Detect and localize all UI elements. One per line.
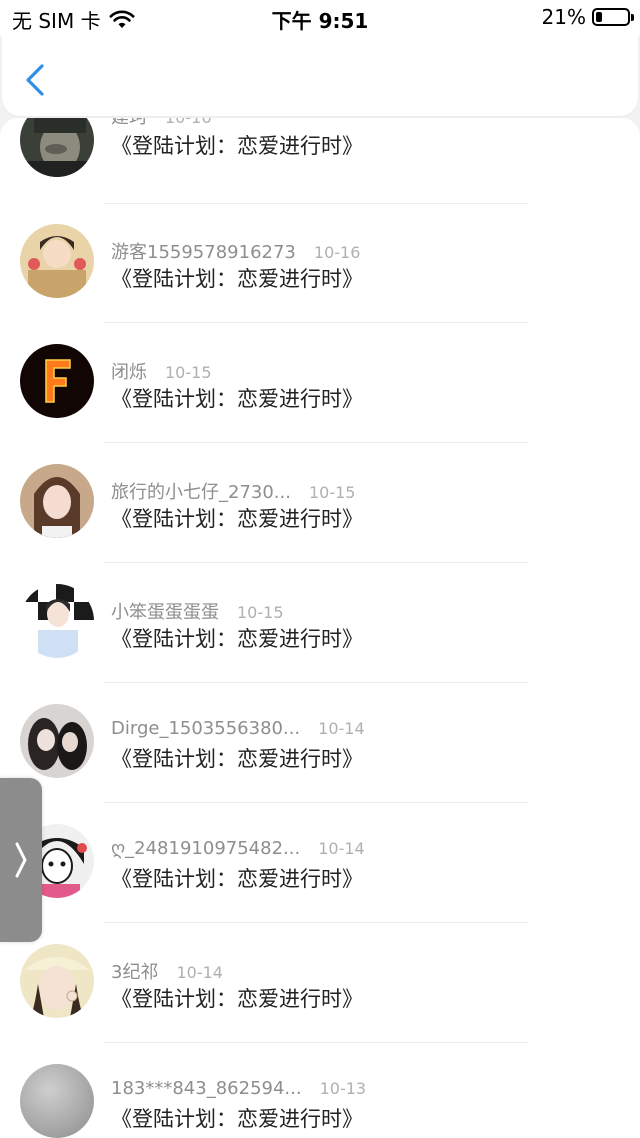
avatar[interactable] [20, 344, 94, 418]
list-item[interactable]: ღ_2481910975482... 10-14 《登陆计划：恋爱进行时》 [0, 824, 640, 944]
item-date: 10-14 [318, 839, 365, 858]
divider [104, 322, 528, 323]
item-meta: ღ_2481910975482... 10-14 [111, 838, 365, 862]
item-date: 10-14 [176, 963, 223, 982]
battery-fill [596, 12, 602, 22]
item-date: 10-14 [318, 719, 365, 738]
divider [104, 922, 528, 923]
list-item[interactable]: 旅行的小七仔_2730... 10-15 《登陆计划：恋爱进行时》 [0, 464, 640, 584]
divider [104, 682, 528, 683]
item-title: 《登陆计划：恋爱进行时》 [111, 627, 363, 651]
list-item[interactable]: 183***843_862594... 10-13 《登陆计划：恋爱进行时》 [0, 1064, 640, 1138]
item-title: 《登陆计划：恋爱进行时》 [111, 1107, 363, 1131]
item-meta: 3纪祁 10-14 [111, 958, 223, 983]
item-meta: 闭烁 10-15 [111, 358, 212, 383]
item-meta: Dirge_1503556380... 10-14 [111, 718, 365, 742]
item-meta: 小笨蛋蛋蛋蛋 10-15 [111, 598, 284, 623]
record-list: 建珂 10-16 《登陆计划：恋爱进行时》 游客1559578916273 10… [0, 118, 640, 1138]
battery-percent: 21% [541, 5, 586, 29]
chevron-right-icon [15, 842, 27, 878]
avatar[interactable] [20, 224, 94, 298]
list-item[interactable]: 建珂 10-16 《登陆计划：恋爱进行时》 [0, 118, 640, 223]
divider [104, 802, 528, 803]
item-date: 10-13 [319, 1079, 367, 1098]
avatar[interactable] [20, 944, 94, 1018]
navigation-bar [2, 36, 638, 116]
divider [104, 1042, 528, 1043]
battery-icon [592, 8, 634, 26]
avatar[interactable] [20, 704, 94, 778]
item-meta: 183***843_862594... 10-13 [111, 1078, 366, 1102]
item-title: 《登陆计划：恋爱进行时》 [111, 267, 363, 291]
item-date: 10-16 [313, 243, 361, 262]
item-meta: 旅行的小七仔_2730... 10-15 [111, 478, 356, 503]
side-expand-handle[interactable] [0, 778, 42, 942]
status-right: 21% [541, 5, 634, 29]
username: ღ_2481910975482... [111, 838, 301, 859]
username: Dirge_1503556380... [111, 718, 301, 739]
username: 183***843_862594... [111, 1078, 302, 1099]
item-date: 10-15 [237, 603, 284, 622]
list-item[interactable]: Dirge_1503556380... 10-14 《登陆计划：恋爱进行时》 [0, 704, 640, 824]
avatar[interactable] [20, 1064, 94, 1138]
item-date: 10-15 [308, 483, 356, 502]
list-item[interactable]: 游客1559578916273 10-16 《登陆计划：恋爱进行时》 [0, 224, 640, 344]
avatar[interactable] [20, 584, 94, 658]
list-item[interactable]: 3纪祁 10-14 《登陆计划：恋爱进行时》 [0, 944, 640, 1064]
item-title: 《登陆计划：恋爱进行时》 [111, 507, 363, 531]
divider [104, 562, 528, 563]
status-bar: 无 SIM 卡 下午 9:51 21% [0, 0, 640, 36]
item-title: 《登陆计划：恋爱进行时》 [111, 387, 363, 411]
item-meta: 游客1559578916273 10-16 [111, 238, 361, 263]
username: 闭烁 [111, 362, 147, 383]
item-title: 《登陆计划：恋爱进行时》 [111, 747, 363, 771]
username: 建珂 [111, 118, 147, 129]
item-date: 10-15 [165, 363, 212, 382]
item-title: 《登陆计划：恋爱进行时》 [111, 134, 363, 158]
avatar[interactable] [20, 464, 94, 538]
item-meta: 建珂 10-16 [111, 118, 212, 129]
divider [104, 203, 528, 204]
avatar[interactable] [20, 118, 94, 177]
item-title: 《登陆计划：恋爱进行时》 [111, 987, 363, 1011]
chevron-left-icon [26, 64, 44, 96]
username: 旅行的小七仔_2730... [111, 482, 291, 503]
list-item[interactable]: 小笨蛋蛋蛋蛋 10-15 《登陆计划：恋爱进行时》 [0, 584, 640, 704]
username: 3纪祁 [111, 962, 159, 983]
list-item[interactable]: 闭烁 10-15 《登陆计划：恋爱进行时》 [0, 344, 640, 464]
back-button[interactable] [20, 62, 52, 98]
divider [104, 442, 528, 443]
username: 小笨蛋蛋蛋蛋 [111, 602, 219, 623]
item-title: 《登陆计划：恋爱进行时》 [111, 867, 363, 891]
username: 游客1559578916273 [111, 242, 296, 263]
item-date: 10-16 [165, 118, 212, 127]
